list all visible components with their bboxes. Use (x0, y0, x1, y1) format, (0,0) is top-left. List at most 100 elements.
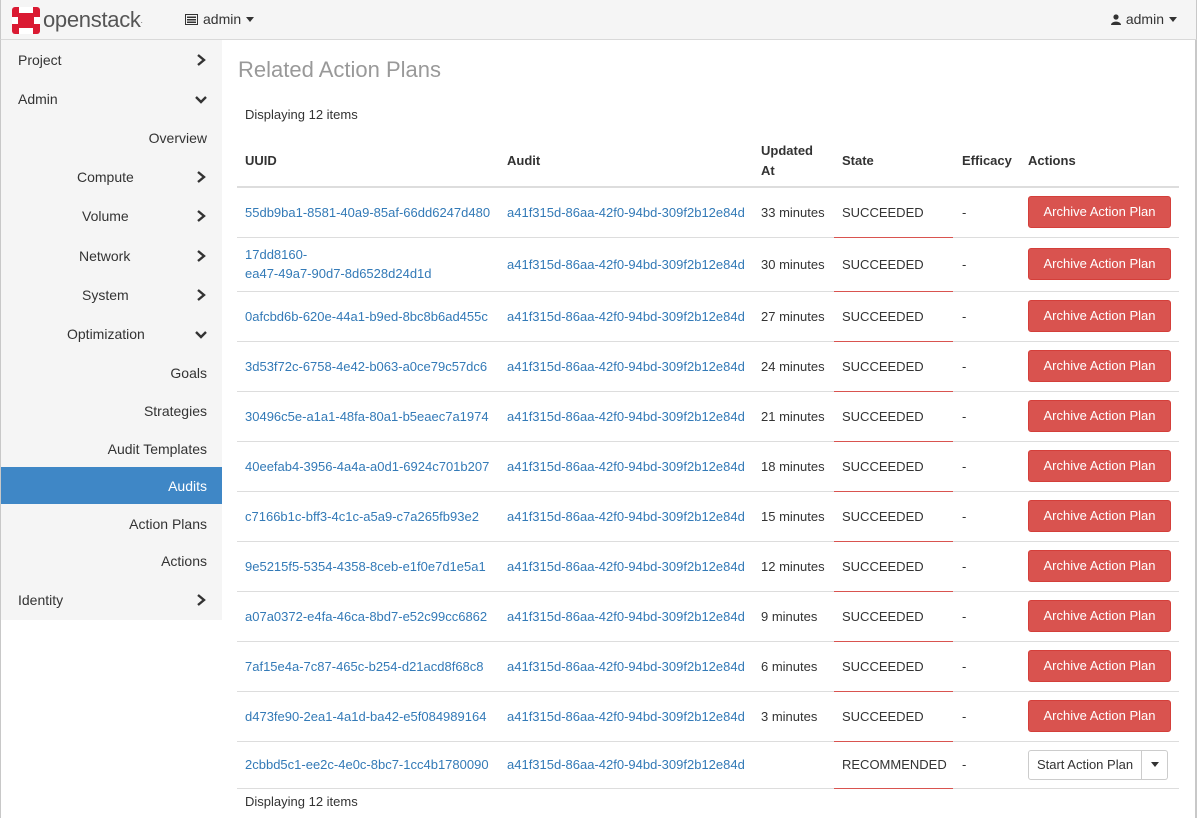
action-plan-uuid-link[interactable]: 40eefab4-3956-4a4a-a0d1-6924c701b207 (245, 459, 489, 474)
archive-action-plan-button[interactable]: Archive Action Plan (1028, 400, 1171, 432)
table-row: 7af15e4a-7c87-465c-b254-d21acd8f68c8 a41… (237, 640, 1179, 692)
efficacy-cell: - (954, 290, 1020, 341)
updated-at-cell: 3 minutes (753, 690, 834, 741)
audit-uuid-link[interactable]: a41f315d-86aa-42f0-94bd-309f2b12e84d (507, 409, 745, 424)
action-plan-uuid-link[interactable]: a07a0372-e4fa-46ca-8bd7-e52c99cc6862 (245, 609, 487, 624)
updated-at-cell: 18 minutes (753, 440, 834, 491)
efficacy-cell: - (954, 186, 1020, 237)
column-header-updated-at[interactable]: Updated At (753, 135, 834, 188)
archive-action-plan-button[interactable]: Archive Action Plan (1028, 196, 1171, 229)
audit-uuid-link[interactable]: a41f315d-86aa-42f0-94bd-309f2b12e84d (507, 709, 745, 724)
sidebar-item-optimization[interactable]: Optimization (1, 314, 222, 353)
action-plan-uuid-link[interactable]: 30496c5e-a1a1-48fa-80a1-b5eaec7a1974 (245, 409, 489, 424)
audit-uuid-link[interactable]: a41f315d-86aa-42f0-94bd-309f2b12e84d (507, 459, 745, 474)
archive-action-plan-button[interactable]: Archive Action Plan (1028, 248, 1171, 280)
state-text: SUCCEEDED (842, 204, 924, 220)
state-cell: RECOMMENDED (834, 740, 954, 789)
project-switcher[interactable]: admin (185, 11, 255, 27)
column-header-audit[interactable]: Audit (499, 135, 753, 188)
sidebar-item-label: Identity (18, 591, 64, 608)
audit-uuid-link[interactable]: a41f315d-86aa-42f0-94bd-309f2b12e84d (507, 559, 745, 574)
updated-at-cell: 9 minutes (753, 590, 834, 641)
audit-uuid-link[interactable]: a41f315d-86aa-42f0-94bd-309f2b12e84d (507, 257, 745, 272)
audit-uuid-link[interactable]: a41f315d-86aa-42f0-94bd-309f2b12e84d (507, 757, 745, 772)
column-header-uuid[interactable]: UUID (237, 135, 499, 188)
sidebar-item-project[interactable]: Project (1, 40, 222, 79)
archive-action-plan-button[interactable]: Archive Action Plan (1028, 350, 1171, 382)
sidebar-item-system[interactable]: System (1, 275, 222, 314)
sidebar-item-label: Overview (148, 129, 207, 146)
archive-action-plan-button[interactable]: Archive Action Plan (1028, 450, 1171, 482)
state-text: SUCCEEDED (842, 308, 924, 324)
server-list-icon (185, 13, 198, 25)
table-row: 0afcbd6b-620e-44a1-b9ed-8bc8b6ad455c a41… (237, 290, 1179, 342)
archive-action-plan-button[interactable]: Archive Action Plan (1028, 500, 1171, 532)
sidebar-item-label: Project (18, 51, 62, 68)
sidebar-item-label: Goals (170, 364, 207, 381)
table-row: d473fe90-2ea1-4a1d-ba42-e5f084989164 a41… (237, 690, 1179, 742)
state-cell: SUCCEEDED (834, 290, 954, 342)
sidebar-item-compute[interactable]: Compute (1, 157, 222, 196)
project-name: admin (203, 11, 242, 27)
state-text: SUCCEEDED (842, 256, 924, 272)
brand-text: openstack (43, 7, 141, 32)
efficacy-cell: - (954, 490, 1020, 541)
archive-action-plan-button[interactable]: Archive Action Plan (1028, 700, 1171, 732)
column-header-efficacy[interactable]: Efficacy (954, 135, 1020, 188)
audit-uuid-link[interactable]: a41f315d-86aa-42f0-94bd-309f2b12e84d (507, 359, 745, 374)
state-cell: SUCCEEDED (834, 590, 954, 642)
action-plan-uuid-link[interactable]: 7af15e4a-7c87-465c-b254-d21acd8f68c8 (245, 659, 484, 674)
sidebar-item-strategies[interactable]: Strategies (1, 391, 222, 430)
updated-at-cell (753, 740, 834, 788)
table-row: 3d53f72c-6758-4e42-b063-a0ce79c57dc6 a41… (237, 340, 1179, 392)
state-text: SUCCEEDED (842, 408, 924, 424)
archive-action-plan-button[interactable]: Archive Action Plan (1028, 550, 1171, 582)
audit-uuid-link[interactable]: a41f315d-86aa-42f0-94bd-309f2b12e84d (507, 509, 745, 524)
user-menu[interactable]: admin (1110, 11, 1177, 27)
openstack-logo-icon (12, 6, 40, 34)
archive-action-plan-button[interactable]: Archive Action Plan (1028, 600, 1171, 632)
sidebar-item-label: Compute (77, 168, 134, 185)
action-plan-uuid-link[interactable]: 17dd8160- ea47-49a7-90d7-8d6528d24d1d (245, 247, 432, 281)
sidebar-item-overview[interactable]: Overview (1, 118, 222, 157)
sidebar-item-actions[interactable]: Actions (1, 541, 222, 580)
action-plan-uuid-link[interactable]: 0afcbd6b-620e-44a1-b9ed-8bc8b6ad455c (245, 309, 488, 324)
row-actions-dropdown-toggle[interactable] (1142, 749, 1168, 780)
updated-at-cell: 21 minutes (753, 390, 834, 441)
sidebar-item-volume[interactable]: Volume (1, 196, 222, 235)
efficacy-cell: - (954, 640, 1020, 691)
audit-uuid-link[interactable]: a41f315d-86aa-42f0-94bd-309f2b12e84d (507, 609, 745, 624)
archive-action-plan-button[interactable]: Archive Action Plan (1028, 650, 1171, 682)
audit-uuid-link[interactable]: a41f315d-86aa-42f0-94bd-309f2b12e84d (507, 659, 745, 674)
archive-action-plan-button[interactable]: Archive Action Plan (1028, 300, 1171, 332)
sidebar-item-label: Volume (82, 207, 129, 224)
sidebar-item-goals[interactable]: Goals (1, 353, 222, 392)
chevron-right-icon (197, 209, 206, 222)
start-action-plan-button[interactable]: Start Action Plan (1028, 749, 1142, 780)
top-navbar: openstack. admin admin (0, 0, 1197, 40)
state-cell: SUCCEEDED (834, 540, 954, 592)
sidebar-item-audits[interactable]: Audits (1, 467, 222, 504)
action-plan-uuid-link[interactable]: 3d53f72c-6758-4e42-b063-a0ce79c57dc6 (245, 359, 487, 374)
sidebar-item-action-plans[interactable]: Action Plans (1, 504, 222, 543)
action-plan-uuid-link[interactable]: 2cbbd5c1-ee2c-4e0c-8bc7-1cc4b1780090 (245, 757, 489, 772)
sidebar-item-admin[interactable]: Admin (1, 79, 222, 118)
brand[interactable]: openstack. (12, 6, 143, 34)
sidebar-item-label: Network (79, 247, 131, 264)
column-header-updated-line2: At (761, 162, 775, 178)
sidebar-item-label: Action Plans (129, 515, 207, 532)
action-plan-uuid-link[interactable]: 9e5215f5-5354-4358-8ceb-e1f0e7d1e5a1 (245, 559, 486, 574)
sidebar-item-network[interactable]: Network (1, 236, 222, 275)
chevron-right-icon (197, 593, 206, 606)
audit-uuid-link[interactable]: a41f315d-86aa-42f0-94bd-309f2b12e84d (507, 205, 745, 220)
sidebar-item-identity[interactable]: Identity (1, 580, 222, 619)
audit-uuid-link[interactable]: a41f315d-86aa-42f0-94bd-309f2b12e84d (507, 309, 745, 324)
caret-down-icon (246, 16, 255, 22)
sidebar-item-audit-templates[interactable]: Audit Templates (1, 429, 222, 468)
action-plan-uuid-link[interactable]: d473fe90-2ea1-4a1d-ba42-e5f084989164 (245, 709, 486, 724)
action-plan-uuid-link[interactable]: c7166b1c-bff3-4c1c-a5a9-c7a265fb93e2 (245, 509, 479, 524)
sidebar-item-label: Actions (161, 552, 207, 569)
table-row: c7166b1c-bff3-4c1c-a5a9-c7a265fb93e2 a41… (237, 490, 1179, 542)
action-plan-uuid-link[interactable]: 55db9ba1-8581-40a9-85af-66dd6247d480 (245, 205, 490, 220)
column-header-state[interactable]: State (834, 135, 954, 188)
